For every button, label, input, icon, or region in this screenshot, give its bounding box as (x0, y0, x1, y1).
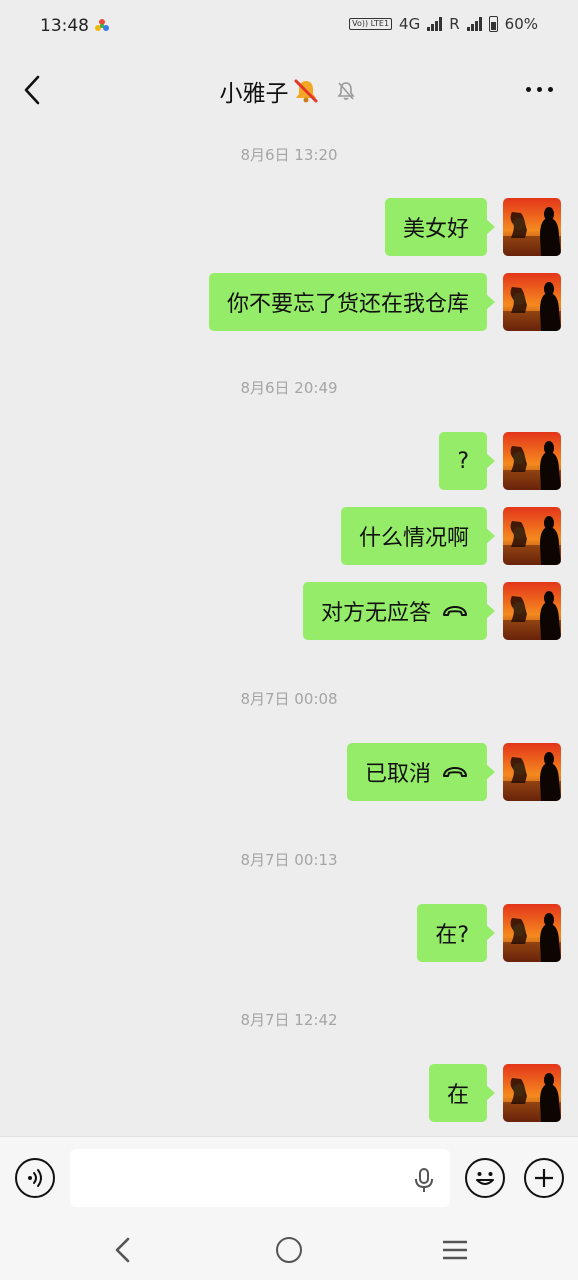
network-type: 4G (399, 15, 421, 33)
timestamp: 8月6日 13:20 (240, 146, 338, 164)
message-row: 美女好 (384, 198, 561, 256)
signal-icon (427, 17, 443, 31)
avatar[interactable] (503, 904, 561, 962)
bell-off-icon (337, 82, 354, 100)
plus-icon[interactable] (524, 1158, 564, 1198)
avatar[interactable] (503, 1064, 561, 1122)
message-row: 已取消 (346, 743, 561, 801)
status-bar: 13:48 Vo)) LTE1 4G R 60% (0, 0, 578, 54)
message-bubble[interactable]: 你不要忘了货还在我仓库 (208, 273, 496, 331)
system-back-icon[interactable] (110, 1234, 136, 1266)
avatar[interactable] (503, 273, 561, 331)
chat-area[interactable]: 8月6日 13:20 美女好 你不要忘了货还在我仓库 8月6日 20:49 ? … (0, 126, 578, 1136)
message-row: 在 (428, 1064, 561, 1122)
microphone-icon[interactable] (412, 1167, 436, 1193)
chat-header: 小雅子 (0, 54, 578, 126)
avatar[interactable] (503, 507, 561, 565)
status-time: 13:48 (40, 16, 89, 36)
app-notification-icon (95, 19, 109, 31)
page-title: 小雅子 (219, 81, 289, 107)
call-status-text: 对方无应答 (320, 601, 431, 626)
message-row: 对方无应答 (302, 582, 561, 640)
message-bubble[interactable]: 美女好 (384, 198, 496, 256)
input-bar (0, 1136, 578, 1220)
call-bubble[interactable]: 已取消 (346, 743, 496, 801)
roaming-indicator: R (449, 15, 460, 33)
emoji-icon[interactable] (465, 1158, 505, 1198)
message-bubble[interactable]: 在 (428, 1064, 496, 1122)
system-home-icon[interactable] (276, 1237, 302, 1263)
voice-icon[interactable] (15, 1158, 55, 1198)
avatar[interactable] (503, 432, 561, 490)
message-bubble[interactable]: ? (439, 432, 495, 490)
phone-hangup-icon (443, 767, 467, 777)
signal-icon-2 (466, 17, 482, 31)
timestamp: 8月6日 20:49 (240, 379, 338, 397)
message-bubble[interactable]: 什么情况啊 (340, 507, 496, 565)
message-row: 你不要忘了货还在我仓库 (208, 273, 561, 331)
avatar[interactable] (503, 198, 561, 256)
timestamp: 8月7日 12:42 (240, 1011, 338, 1029)
volte-indicator: Vo)) LTE1 (349, 18, 393, 30)
avatar[interactable] (503, 582, 561, 640)
message-row: 在? (417, 904, 561, 962)
message-input[interactable] (70, 1149, 450, 1207)
message-row: 什么情况啊 (340, 507, 561, 565)
call-status-text: 已取消 (364, 762, 431, 787)
system-nav-bar (0, 1220, 578, 1280)
timestamp: 8月7日 00:13 (240, 851, 338, 869)
system-recents-icon[interactable] (442, 1239, 468, 1261)
battery-level: 60% (504, 15, 538, 33)
more-dots-icon[interactable] (526, 84, 556, 94)
timestamp: 8月7日 00:08 (240, 690, 338, 708)
phone-hangup-icon (443, 606, 467, 616)
battery-icon (488, 16, 498, 32)
muted-bell-emoji-icon (294, 79, 317, 103)
call-bubble[interactable]: 对方无应答 (302, 582, 496, 640)
avatar[interactable] (503, 743, 561, 801)
message-row: ? (439, 432, 561, 490)
message-bubble[interactable]: 在? (417, 904, 495, 962)
